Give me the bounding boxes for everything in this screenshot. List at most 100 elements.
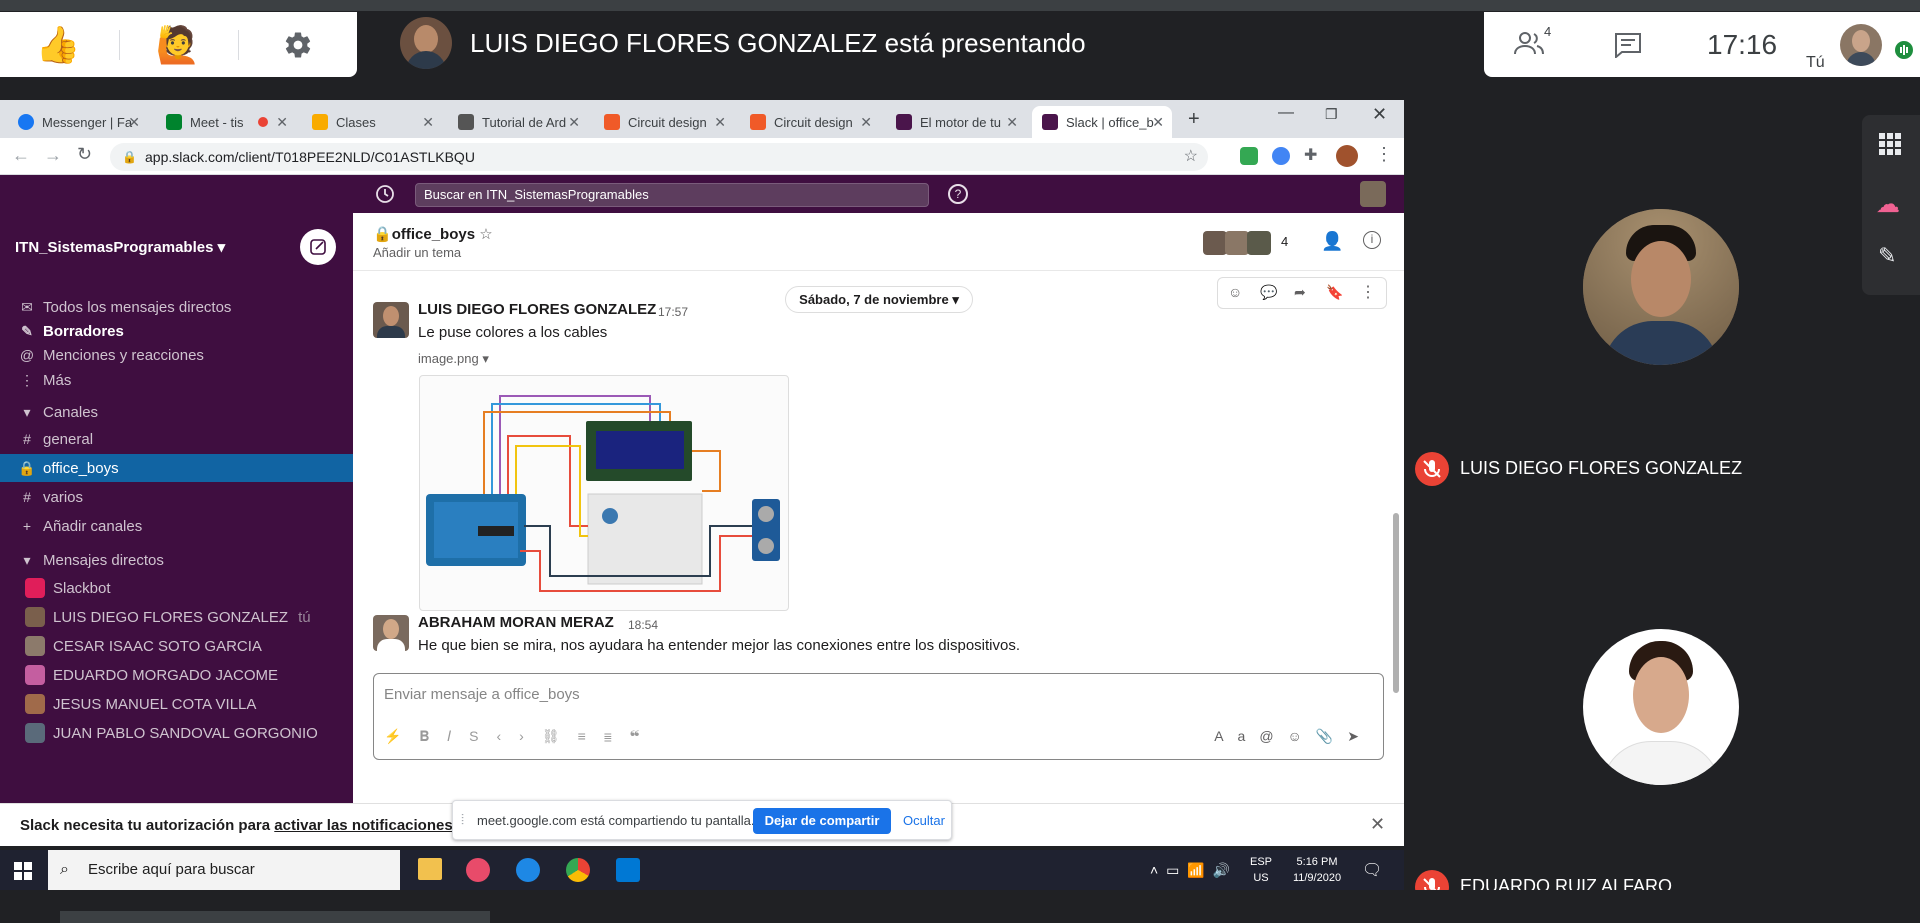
date-divider[interactable]: Sábado, 7 de noviembre ▾ [785, 286, 973, 313]
channel-topic[interactable]: Añadir un tema [373, 245, 461, 260]
add-channels-button[interactable]: + Añadir canales [0, 512, 353, 540]
tab-circuit-design-1[interactable]: Circuit design ✕ [594, 106, 734, 138]
people-icon[interactable] [1514, 30, 1544, 56]
reload-icon[interactable]: ↻ [77, 144, 92, 165]
windows-start-icon[interactable] [14, 862, 32, 880]
sidebar-item-more[interactable]: ⋮ Más [0, 366, 353, 394]
close-icon[interactable]: ✕ [860, 114, 872, 131]
dm-jesus-manuel[interactable]: JESUS MANUEL COTA VILLA [0, 690, 353, 718]
add-reaction-icon[interactable]: ☺ [1228, 284, 1242, 300]
minimize-icon[interactable]: — [1278, 104, 1294, 122]
edge-icon[interactable] [516, 858, 540, 882]
gear-icon[interactable] [265, 24, 331, 66]
clock[interactable]: 5:16 PM 11/9/2020 [1286, 854, 1348, 886]
message-composer[interactable]: Enviar mensaje a office_boys ⚡𝐁𝐼S‹›⛓≡≣❝ … [373, 673, 1384, 760]
reply-thread-icon[interactable]: 💬 [1260, 284, 1277, 301]
close-icon[interactable]: ✕ [1370, 814, 1385, 835]
notifications-icon[interactable]: 🗨 [1362, 860, 1382, 880]
tab-el-motor[interactable]: El motor de tu ✕ [886, 106, 1026, 138]
sidebar-item-office-boys[interactable]: 🔒 office_boys [0, 454, 353, 482]
drag-handle-icon[interactable]: ⦙ [461, 811, 464, 828]
help-icon[interactable]: ? [948, 184, 968, 204]
at-icon: @ [19, 347, 35, 363]
chrome-icon[interactable] [566, 858, 590, 882]
composer-actions[interactable]: Aa@☺📎➤ [1214, 728, 1373, 745]
member-avatars[interactable] [1203, 231, 1277, 255]
slack-search-input[interactable]: Buscar en ITN_SistemasProgramables [415, 183, 929, 207]
attachment-label[interactable]: image.png ▾ [418, 351, 489, 367]
compose-button[interactable] [300, 229, 336, 265]
tab-circuit-design-2[interactable]: Circuit design ✕ [740, 106, 880, 138]
system-tray-icons[interactable]: ˄▭📶🔊 [1150, 862, 1238, 879]
extension-blue-icon[interactable] [1272, 147, 1290, 165]
channel-name[interactable]: 🔒office_boys ☆ [373, 225, 493, 243]
channels-section-header[interactable]: ▾ Canales [0, 398, 353, 426]
sidebar-item-general[interactable]: # general [0, 425, 353, 453]
taskbar-search-input[interactable]: ⌕ Escribe aquí para buscar [48, 850, 400, 890]
close-icon[interactable]: ✕ [422, 114, 434, 131]
more-menu-icon[interactable]: ⋮ [1375, 144, 1393, 165]
profile-avatar[interactable] [1336, 145, 1358, 167]
close-icon[interactable]: ✕ [1006, 114, 1018, 131]
message-time[interactable]: 17:57 [658, 305, 688, 319]
snip-tool-icon[interactable] [466, 858, 490, 882]
bookmark-icon[interactable]: 🔖 [1326, 284, 1343, 301]
dm-slackbot[interactable]: Slackbot [0, 574, 353, 602]
tab-meet[interactable]: Meet - tis ✕ [156, 106, 296, 138]
restore-icon[interactable]: ❐ [1325, 106, 1338, 123]
extensions-puzzle-icon[interactable]: ✚ [1304, 145, 1317, 165]
back-icon[interactable]: ← [12, 145, 30, 166]
language-indicator[interactable]: ESP US [1250, 854, 1272, 886]
message-author[interactable]: LUIS DIEGO FLORES GONZALEZ [418, 301, 656, 318]
tab-messenger[interactable]: Messenger | Fa ✕ [8, 106, 148, 138]
extension-shield-icon[interactable] [1240, 147, 1258, 165]
effects-icon[interactable]: ☁ [1876, 190, 1900, 219]
close-icon[interactable]: ✕ [1152, 114, 1164, 131]
vscode-icon[interactable] [616, 858, 640, 882]
forward-icon[interactable]: → [44, 145, 62, 166]
circuit-image[interactable] [419, 375, 789, 611]
dm-luis-diego[interactable]: LUIS DIEGO FLORES GONZALEZ tú [0, 603, 353, 631]
message-time[interactable]: 18:54 [628, 618, 658, 632]
share-icon[interactable]: ➦ [1294, 284, 1306, 301]
history-icon[interactable] [375, 184, 395, 204]
add-member-icon[interactable]: 👤 [1321, 231, 1343, 252]
url-text: app.slack.com/client/T018PEE2NLD/C01ASTL… [145, 149, 475, 165]
more-actions-icon[interactable]: ⋮ [1360, 282, 1376, 302]
new-tab-icon[interactable]: + [1188, 108, 1200, 131]
workspace-name[interactable]: ITN_SistemasProgramables ▾ [15, 238, 225, 256]
dms-section-header[interactable]: ▾ Mensajes directos [0, 546, 353, 574]
dm-eduardo-morgado[interactable]: EDUARDO MORGADO JACOME [0, 661, 353, 689]
tab-clases[interactable]: Clases ✕ [302, 106, 442, 138]
whiteboard-pen-icon[interactable]: ✎ [1878, 243, 1896, 269]
dm-cesar-isaac[interactable]: CESAR ISAAC SOTO GARCIA [0, 632, 353, 660]
stop-sharing-button[interactable]: Dejar de compartir [753, 808, 891, 834]
chat-icon[interactable] [1614, 32, 1642, 58]
close-icon[interactable]: ✕ [276, 114, 288, 131]
close-icon[interactable]: ✕ [714, 114, 726, 131]
close-icon[interactable]: ✕ [568, 114, 580, 131]
formatting-toolbar[interactable]: ⚡𝐁𝐼S‹›⛓≡≣❝ [384, 728, 657, 745]
raise-hand-icon[interactable]: 🙋 [145, 24, 211, 66]
hide-button[interactable]: Ocultar [903, 813, 945, 828]
url-field[interactable]: 🔒 app.slack.com/client/T018PEE2NLD/C01AS… [110, 143, 1208, 171]
scrollbar[interactable] [1393, 513, 1399, 693]
thumbs-up-icon[interactable]: 👍 [25, 24, 91, 66]
sidebar-item-varios[interactable]: # varios [0, 483, 353, 511]
tab-tutorial[interactable]: Tutorial de Ard ✕ [448, 106, 588, 138]
close-icon[interactable]: ✕ [128, 114, 140, 131]
sidebar-item-mentions[interactable]: @ Menciones y reacciones [0, 341, 353, 369]
slack-user-avatar[interactable] [1360, 181, 1386, 207]
close-window-icon[interactable]: ✕ [1372, 104, 1387, 125]
star-icon[interactable]: ☆ [479, 226, 492, 243]
apps-grid-icon[interactable] [1879, 133, 1901, 155]
file-explorer-icon[interactable] [418, 858, 442, 880]
dm-juan-pablo[interactable]: JUAN PABLO SANDOVAL GORGONIO [0, 719, 353, 747]
avatar[interactable] [373, 615, 409, 651]
notification-link[interactable]: activar las notificaciones en [274, 817, 474, 834]
star-icon[interactable]: ☆ [1184, 143, 1198, 171]
tab-slack-office-boys[interactable]: Slack | office_b ✕ [1032, 106, 1172, 138]
info-icon[interactable]: i [1363, 231, 1381, 249]
avatar[interactable] [373, 302, 409, 338]
message-author[interactable]: ABRAHAM MORAN MERAZ [418, 614, 614, 631]
